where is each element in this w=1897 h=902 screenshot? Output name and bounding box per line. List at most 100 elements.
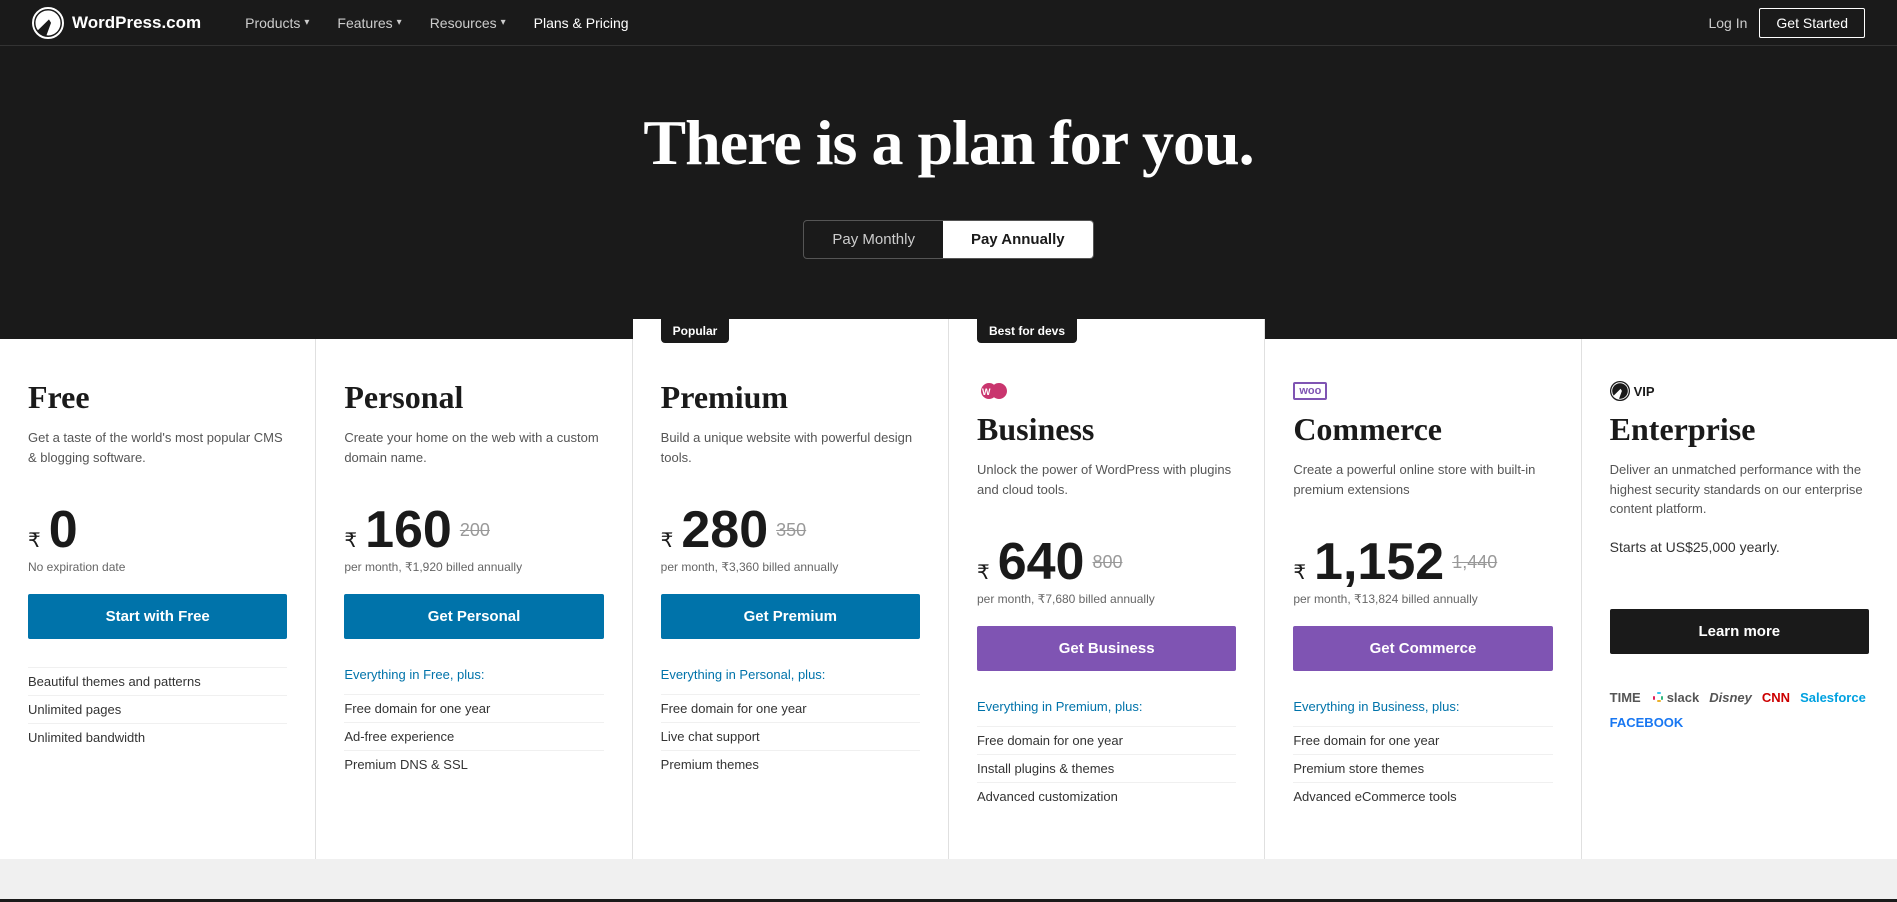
price-currency: ₹ [1293,560,1306,585]
vip-icon: VIP [1610,379,1869,403]
svg-text:W: W [982,387,991,397]
feature-item: Ad-free experience [344,722,603,750]
plan-business-price: ₹ 640 800 [977,536,1236,588]
plan-personal-price: ₹ 160 200 [344,504,603,556]
feature-item: Premium DNS & SSL [344,750,603,778]
popular-badge: Popular [661,319,730,343]
feature-item: Advanced eCommerce tools [1293,782,1552,810]
price-amount: 160 [365,504,452,556]
price-original: 800 [1092,552,1122,573]
feature-item: Free domain for one year [661,694,920,722]
logo-text: WordPress.com [72,13,201,33]
nav-features[interactable]: Features ▾ [325,0,413,46]
price-currency: ₹ [28,528,41,553]
feature-item: Live chat support [661,722,920,750]
price-currency: ₹ [344,528,357,553]
brand-disney: Disney [1709,690,1752,705]
brand-facebook: FACEBOOK [1610,715,1684,730]
logo[interactable]: WordPress.com [32,7,201,39]
woo-icon: woo [1293,379,1552,403]
chevron-down-icon: ▾ [501,17,506,28]
navigation: WordPress.com Products ▾ Features ▾ Reso… [0,0,1897,46]
plan-free-name: Free [28,379,287,416]
plan-enterprise: VIP Enterprise Deliver an unmatched perf… [1582,339,1897,859]
feature-item: Install plugins & themes [977,754,1236,782]
feature-item: Advanced customization [977,782,1236,810]
feature-item: Beautiful themes and patterns [28,667,287,695]
features-header: Everything in Personal, plus: [661,667,920,682]
price-note: per month, ₹1,920 billed annually [344,560,603,574]
login-link[interactable]: Log In [1708,15,1747,31]
plan-enterprise-name: Enterprise [1610,411,1869,448]
price-original: 1,440 [1452,552,1497,573]
plan-free-price: ₹ 0 [28,504,287,556]
nav-plans-pricing[interactable]: Plans & Pricing [522,0,641,46]
feature-item: Free domain for one year [977,726,1236,754]
plan-business: Best for devs W Business Unlock the powe… [949,319,1265,859]
price-amount: 640 [998,536,1085,588]
plan-commerce-price: ₹ 1,152 1,440 [1293,536,1552,588]
get-premium-button[interactable]: Get Premium [661,594,920,639]
plan-personal-name: Personal [344,379,603,416]
plans-section: Free Get a taste of the world's most pop… [0,339,1897,899]
price-amount: 280 [681,504,768,556]
plan-premium: Popular Premium Build a unique website w… [633,319,949,859]
plan-enterprise-desc: Deliver an unmatched performance with th… [1610,460,1869,519]
get-started-button[interactable]: Get Started [1759,8,1865,38]
nav-links: Products ▾ Features ▾ Resources ▾ Plans … [233,0,1708,46]
brand-cnn: CNN [1762,690,1790,705]
features-header: Everything in Free, plus: [344,667,603,682]
features-header: Everything in Business, plus: [1293,699,1552,714]
plan-free-desc: Get a taste of the world's most popular … [28,428,287,484]
learn-more-button[interactable]: Learn more [1610,609,1869,654]
start-with-free-button[interactable]: Start with Free [28,594,287,639]
chevron-down-icon: ▾ [304,17,309,28]
plan-premium-name: Premium [661,379,920,416]
feature-item: Premium store themes [1293,754,1552,782]
plan-premium-price: ₹ 280 350 [661,504,920,556]
plan-personal-desc: Create your home on the web with a custo… [344,428,603,484]
pay-annually-button[interactable]: Pay Annually [943,221,1093,258]
feature-item: Unlimited bandwidth [28,723,287,751]
plan-commerce-desc: Create a powerful online store with buil… [1293,460,1552,516]
nav-resources[interactable]: Resources ▾ [418,0,518,46]
hero-heading: There is a plan for you. [20,106,1877,180]
plan-commerce: woo Commerce Create a powerful online st… [1265,339,1581,859]
price-note: per month, ₹7,680 billed annually [977,592,1236,606]
nav-products[interactable]: Products ▾ [233,0,321,46]
plans-container: Free Get a taste of the world's most pop… [0,339,1897,859]
feature-item: Free domain for one year [344,694,603,722]
plan-business-name: Business [977,411,1236,448]
brand-salesforce: Salesforce [1800,690,1866,705]
hero-section: There is a plan for you. Pay Monthly Pay… [0,46,1897,339]
price-note: No expiration date [28,560,287,574]
plan-free: Free Get a taste of the world's most pop… [0,339,316,859]
get-commerce-button[interactable]: Get Commerce [1293,626,1552,671]
price-amount: 0 [49,504,78,556]
price-original: 200 [460,520,490,541]
price-note: per month, ₹3,360 billed annually [661,560,920,574]
brand-slack: slack [1667,690,1700,705]
plan-premium-desc: Build a unique website with powerful des… [661,428,920,484]
price-original: 350 [776,520,806,541]
slack-icon: slack [1651,690,1700,705]
price-currency: ₹ [977,560,990,585]
plan-commerce-name: Commerce [1293,411,1552,448]
plan-personal: Personal Create your home on the web wit… [316,339,632,859]
get-business-button[interactable]: Get Business [977,626,1236,671]
price-note: per month, ₹13,824 billed annually [1293,592,1552,606]
features-header: Everything in Premium, plus: [977,699,1236,714]
enterprise-brands: TIME slack Disney CNN Salesforce FACEBOO… [1610,690,1869,730]
get-personal-button[interactable]: Get Personal [344,594,603,639]
plan-business-desc: Unlock the power of WordPress with plugi… [977,460,1236,516]
billing-toggle: Pay Monthly Pay Annually [803,220,1093,259]
wp-icon: W [977,379,1236,403]
best-for-devs-badge: Best for devs [977,319,1077,343]
pay-monthly-button[interactable]: Pay Monthly [804,221,943,258]
price-currency: ₹ [661,528,674,553]
feature-item: Unlimited pages [28,695,287,723]
feature-item: Premium themes [661,750,920,778]
nav-right: Log In Get Started [1708,8,1865,38]
brand-time: TIME [1610,690,1641,705]
chevron-down-icon: ▾ [397,17,402,28]
